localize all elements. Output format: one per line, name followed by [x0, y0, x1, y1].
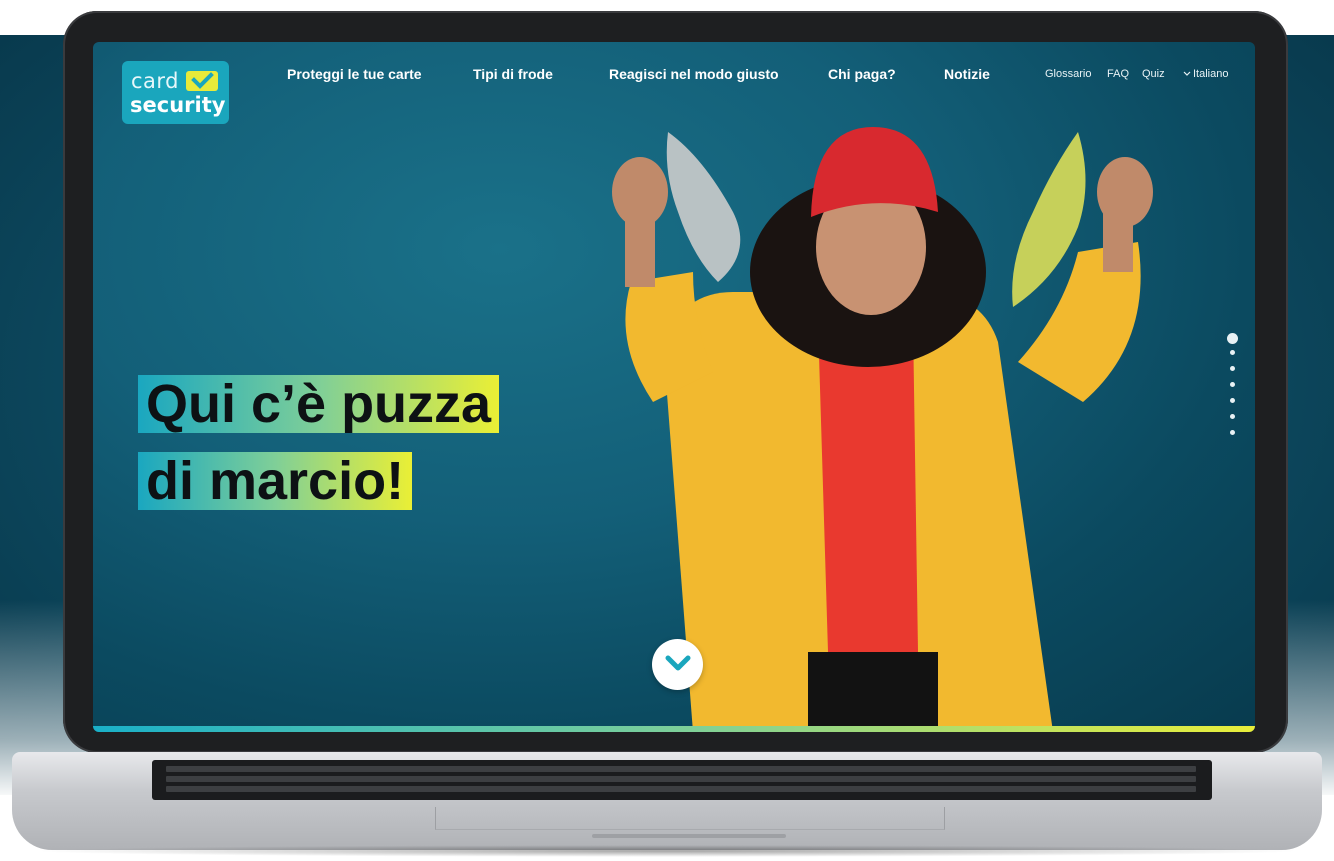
checkmark-icon — [186, 71, 218, 91]
pager-dot[interactable] — [1230, 382, 1235, 387]
base-notch — [592, 834, 786, 838]
logo-text-card: card — [131, 69, 180, 93]
laptop-base — [12, 752, 1322, 850]
pager-dot[interactable] — [1230, 366, 1235, 371]
hero-headline-line2: di marcio! — [138, 452, 413, 510]
nav-tipi-di-frode[interactable]: Tipi di frode — [473, 66, 553, 82]
card-security-logo[interactable]: card security — [122, 61, 229, 124]
pager-dot[interactable] — [1230, 350, 1235, 355]
base-shadow — [30, 845, 1304, 857]
laptop-screen: card security Proteggi le tue carte Tipi… — [93, 42, 1255, 732]
gradient-bar — [93, 726, 1255, 732]
hero-headline-line1: Qui c’è puzza — [138, 375, 500, 433]
pager-dot[interactable] — [1227, 333, 1238, 344]
trackpad — [435, 807, 945, 830]
chevron-down-icon — [665, 655, 691, 671]
keyboard — [152, 760, 1212, 800]
pager-dot[interactable] — [1230, 430, 1235, 435]
nav-chi-paga[interactable]: Chi paga? — [828, 66, 896, 82]
chevron-down-icon — [1183, 68, 1191, 80]
language-selector[interactable]: Italiano — [1183, 68, 1228, 80]
language-label: Italiano — [1193, 68, 1229, 80]
pager-dot[interactable] — [1230, 398, 1235, 403]
nav-quiz[interactable]: Quiz — [1142, 68, 1165, 80]
nav-proteggi[interactable]: Proteggi le tue carte — [287, 66, 422, 82]
nav-notizie[interactable]: Notizie — [944, 66, 990, 82]
nav-reagisci[interactable]: Reagisci nel modo giusto — [609, 66, 779, 82]
logo-text-security: security — [130, 93, 226, 117]
nav-glossario[interactable]: Glossario — [1045, 68, 1091, 80]
nav-faq[interactable]: FAQ — [1107, 68, 1129, 80]
scroll-down-button[interactable] — [652, 639, 703, 690]
pager-dot[interactable] — [1230, 414, 1235, 419]
